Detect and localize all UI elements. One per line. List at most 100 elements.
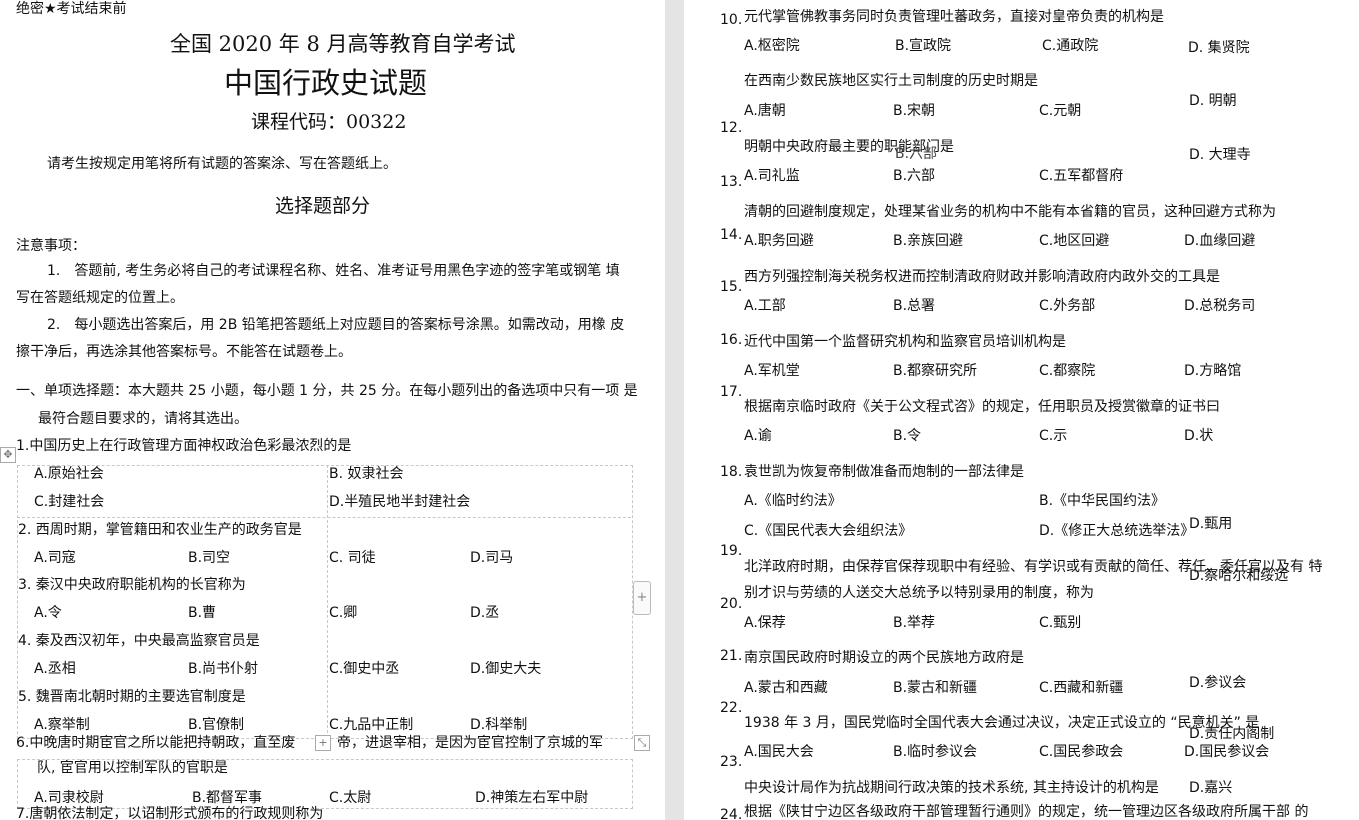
q2-option-b: B.司空 xyxy=(188,550,231,566)
question-7: 7.唐朝依法制定，以诏制形式颁布的行政规则称为 xyxy=(16,806,324,820)
q17-option-c: C.《国民代表大会组织法》 xyxy=(744,523,913,539)
question-2: 2. 西周时期，掌管籍田和农业生产的政务官是 xyxy=(18,522,302,538)
q6-option-d: D.神策左右军中尉 xyxy=(475,790,589,806)
q1-option-b: B. 奴隶社会 xyxy=(329,466,404,482)
question-18-line-2: 别才识与劳绩的人送交大总统予以特别录用的制度，称为 xyxy=(744,585,1094,601)
table-row-divider xyxy=(17,517,631,518)
number-13: 13. xyxy=(720,174,743,190)
q3-option-c: C.卿 xyxy=(329,605,358,621)
q12-option-a: A.司礼监 xyxy=(744,168,800,184)
number-21: 21. xyxy=(720,648,743,664)
q17-option-b: B.《中华民国约法》 xyxy=(1039,493,1166,509)
number-18: 18. xyxy=(720,464,743,480)
q18-option-b: B.举荐 xyxy=(893,615,936,631)
q17-option-d: D.《修正大总统选举法》 xyxy=(1039,523,1195,539)
q20-ghost-text: D.责任内阁制 xyxy=(1189,726,1275,742)
q16-option-d: D.状 xyxy=(1184,428,1214,444)
number-19: 19. xyxy=(720,543,743,559)
table-move-handle[interactable]: ✥ xyxy=(0,447,16,463)
section-heading: 选择题部分 xyxy=(275,195,371,217)
question-16: 根据南京临时政府《关于公文程式咨》的规定，任用职员及授赏徽章的证书曰 xyxy=(744,399,1220,415)
number-16: 16. xyxy=(720,332,743,348)
q11-option-c: C.元朝 xyxy=(1039,103,1082,119)
q19-option-c: C.西藏和新疆 xyxy=(1039,680,1124,696)
q5-option-a: A.察举制 xyxy=(34,717,90,733)
q14-option-d: D.总税务司 xyxy=(1184,298,1256,314)
q12-option-b: B.六部 xyxy=(893,168,936,184)
question-17: 袁世凯为恢复帝制做准备而炮制的一部法律是 xyxy=(744,464,1024,480)
part1-instruction-line-2: 最符合题目要求的，请将其选出。 xyxy=(38,411,248,427)
document-page-right: 10. 元代掌管佛教事务同时负责管理吐蕃政务，直接对皇帝负责的机构是 A.枢密院… xyxy=(684,0,1359,820)
q12-option-d: D. 大理寺 xyxy=(1189,147,1251,163)
q1-option-d: D.半殖民地半封建社会 xyxy=(329,494,471,510)
question-11: 在西南少数民族地区实行土司制度的历史时期是 xyxy=(744,73,1038,89)
question-4: 4. 秦及西汉初年，中央最高监察官员是 xyxy=(18,633,260,649)
q2-option-c: C. 司徒 xyxy=(329,550,376,566)
q21-ghost-text: D.嘉兴 xyxy=(1189,780,1233,796)
q11-option-b: B.宋朝 xyxy=(893,103,936,119)
document-page-left: 绝密★考试结束前 全国 2020 年 8 月高等教育自学考试 中国行政史试题 课… xyxy=(0,0,665,820)
note-1-line-2: 写在答题纸规定的位置上。 xyxy=(16,290,184,306)
q13-option-a: A.职务回避 xyxy=(744,233,814,249)
q15-option-d: D.方略馆 xyxy=(1184,363,1242,379)
q4-option-c: C.御史中丞 xyxy=(329,661,400,677)
instruction-text: 请考生按规定用笔将所有试题的答案涂、写在答题纸上。 xyxy=(47,156,397,172)
number-12: 12. xyxy=(720,120,743,136)
question-13: 清朝的回避制度规定，处理某省业务的机构中不能有本省籍的官员，这种回避方式称为 xyxy=(744,204,1276,220)
question-5: 5. 魏晋南北朝时期的主要选官制度是 xyxy=(18,689,246,705)
notes-heading: 注意事项： xyxy=(16,238,86,254)
q3-option-d: D.丞 xyxy=(470,605,500,621)
exam-title: 全国 2020 年 8 月高等教育自学考试 xyxy=(170,32,516,56)
part1-instruction-line-1: 一、单项选择题：本大题共 25 小题，每小题 1 分，共 25 分。在每小题列出… xyxy=(16,383,638,399)
q3-option-a: A.令 xyxy=(34,605,62,621)
q4-option-d: D.御史大夫 xyxy=(470,661,542,677)
question-6-line-1b: 帝，进退宰相，是因为宦官控制了京城的军 xyxy=(337,735,603,751)
q5-option-d: D.科举制 xyxy=(470,717,528,733)
q13-option-c: C.地区回避 xyxy=(1039,233,1110,249)
q18-option-a: A.保荐 xyxy=(744,615,786,631)
note-1-line-1: 1. 答题前, 考生务必将自己的考试课程名称、姓名、准考证号用黑色字迹的签字笔或… xyxy=(47,263,620,279)
question-22: 根据《陕甘宁边区各级政府干部管理暂行通则》的规定，统一管理边区各级政府所属干部 … xyxy=(744,804,1309,820)
q2-option-d: D.司马 xyxy=(470,550,514,566)
number-15: 15. xyxy=(720,279,743,295)
course-code: 课程代码：00322 xyxy=(251,111,407,133)
q19-option-d: D.参议会 xyxy=(1189,675,1247,691)
q12-ghost-text: B.六部 xyxy=(895,146,938,162)
q15-option-a: A.军机堂 xyxy=(744,363,800,379)
q18-ghost-text: D.察哈尔和绥远 xyxy=(1189,568,1289,584)
q14-option-a: A.工部 xyxy=(744,298,786,314)
add-column-plus-icon[interactable]: + xyxy=(633,581,651,615)
q12-option-c: C.五军都督府 xyxy=(1039,168,1124,184)
number-17: 17. xyxy=(720,384,743,400)
q10-option-a: A.枢密院 xyxy=(744,38,800,54)
note-2-line-1: 2. 每小题选出答案后，用 2B 铅笔把答题纸上对应题目的答案标号涂黑。如需改动… xyxy=(47,317,625,333)
table-column-divider xyxy=(327,465,328,738)
q19-option-a: A.蒙古和西藏 xyxy=(744,680,828,696)
q16-option-c: C.示 xyxy=(1039,428,1068,444)
number-20: 20. xyxy=(720,596,743,612)
note-2-line-2: 擦干净后，再选涂其他答案标号。不能答在试题卷上。 xyxy=(16,344,352,360)
q4-option-a: A.丞相 xyxy=(34,661,76,677)
question-14: 西方列强控制海关税务权进而控制清政府财政并影响清政府内政外交的工具是 xyxy=(744,269,1220,285)
q14-option-b: B.总署 xyxy=(893,298,936,314)
q20-option-b: B.临时参议会 xyxy=(893,744,978,760)
q16-option-b: B.令 xyxy=(893,428,922,444)
q5-option-b: B.官僚制 xyxy=(188,717,245,733)
confidential-mark: 绝密★考试结束前 xyxy=(16,1,127,17)
q1-option-a: A.原始社会 xyxy=(34,466,104,482)
q4-option-b: B.尚书仆射 xyxy=(188,661,259,677)
q15-option-c: C.都察院 xyxy=(1039,363,1096,379)
number-22: 22. xyxy=(720,700,743,716)
add-row-plus-icon[interactable]: + xyxy=(315,735,331,751)
q11-option-a: A.唐朝 xyxy=(744,103,786,119)
q1-option-c: C.封建社会 xyxy=(34,494,105,510)
paper-title: 中国行政史试题 xyxy=(224,66,428,100)
q3-option-b: B.曹 xyxy=(188,605,217,621)
q20-option-d: D.国民参议会 xyxy=(1184,744,1270,760)
question-6-line-1a: 6.中晚唐时期宦官之所以能把持朝政，直至废 xyxy=(16,735,296,751)
q15-option-b: B.都察研究所 xyxy=(893,363,978,379)
q2-option-a: A.司寇 xyxy=(34,550,76,566)
table-resize-icon[interactable]: ⤡ xyxy=(634,735,650,751)
q16-option-a: A.谕 xyxy=(744,428,772,444)
q14-option-c: C.外务部 xyxy=(1039,298,1096,314)
